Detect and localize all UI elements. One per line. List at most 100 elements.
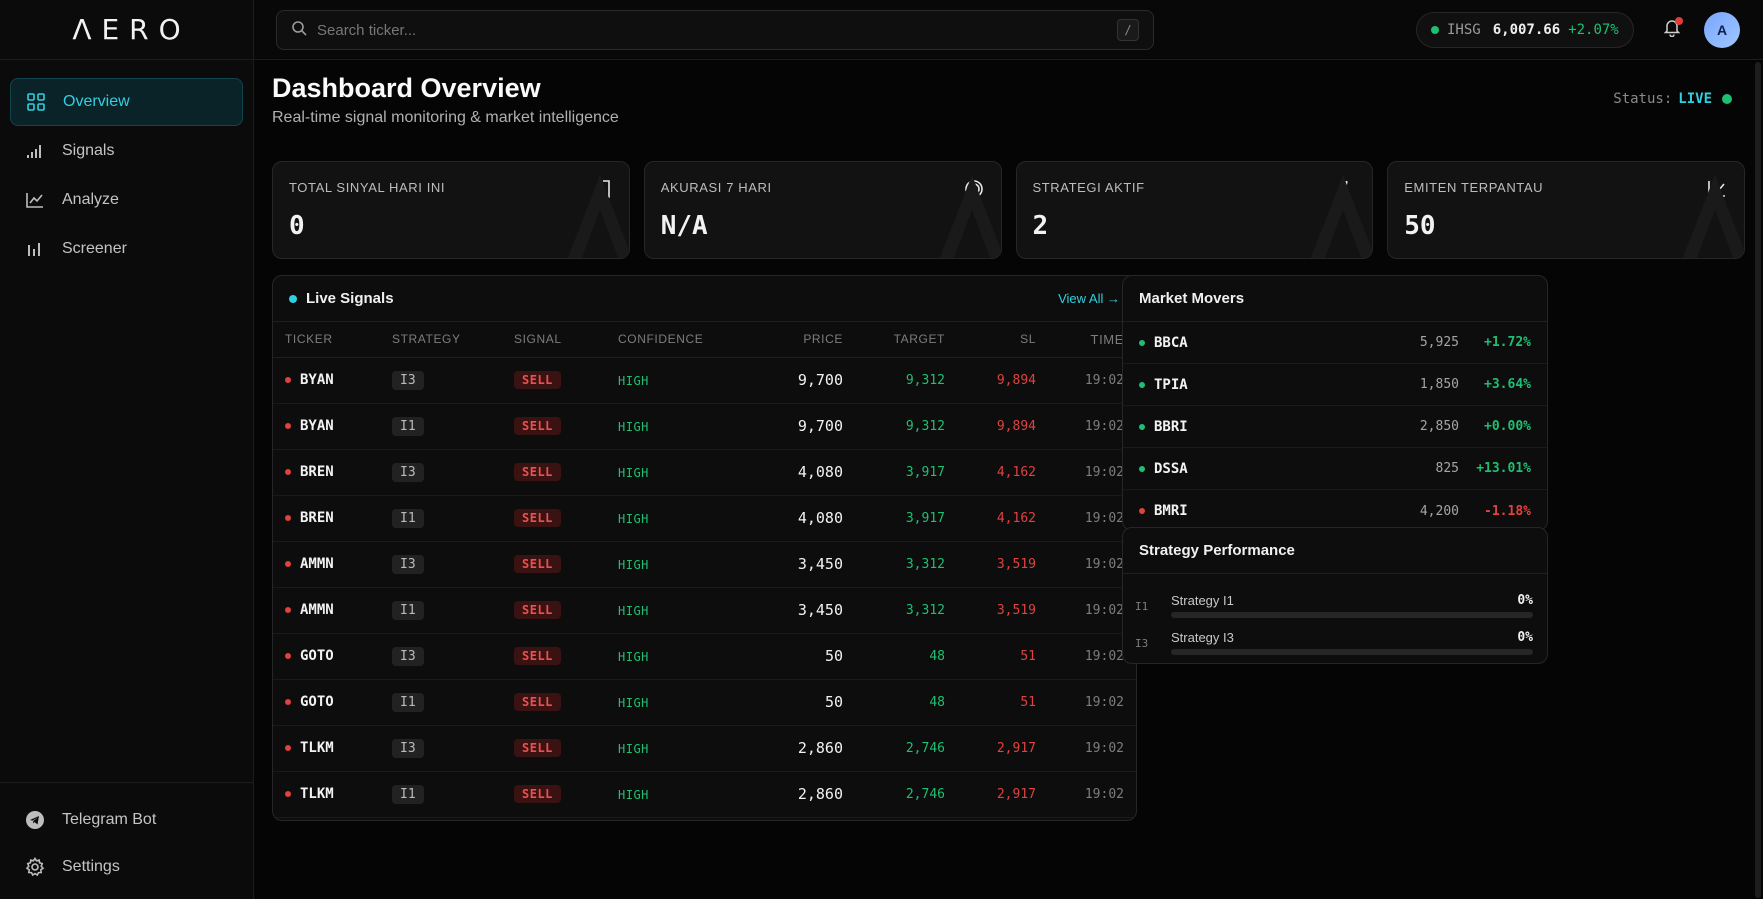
table-row[interactable]: BREN I1 SELL HIGH 4,080 3,917 4,162 19:02	[273, 495, 1136, 542]
signal-badge: SELL	[514, 555, 561, 573]
col-target[interactable]: TARGET	[843, 322, 945, 358]
confidence-text: HIGH	[618, 374, 649, 388]
cell-target: 3,917	[843, 495, 945, 542]
signals-table: TICKER STRATEGY SIGNAL CONFIDENCE PRICE …	[273, 322, 1136, 818]
list-item[interactable]: BBCA 5,925 +1.72%	[1123, 322, 1547, 364]
stat-card-accuracy[interactable]: AKURASI 7 HARI N/A	[643, 161, 1002, 259]
search-icon	[291, 20, 307, 41]
cell-time: 19:02	[1036, 449, 1136, 496]
scrollbar[interactable]	[1755, 62, 1761, 898]
list-item[interactable]: DSSA 825 +13.01%	[1123, 448, 1547, 490]
col-ticker[interactable]: TICKER	[273, 322, 392, 358]
nav-item-screener[interactable]: Screener	[10, 225, 243, 273]
index-ticker[interactable]: IHSG 6,007.66 +2.07%	[1416, 12, 1634, 48]
watermark-logo-icon	[1311, 175, 1373, 258]
cell-target: 2,746	[843, 725, 945, 772]
notifications-button[interactable]	[1658, 16, 1686, 44]
main-nav: Overview Signals Analyze Screener	[0, 60, 253, 273]
view-all-link[interactable]: View All →	[1058, 291, 1120, 306]
table-header-row: TICKER STRATEGY SIGNAL CONFIDENCE PRICE …	[273, 322, 1136, 358]
cell-time: 19:02	[1036, 495, 1136, 542]
cell-ticker: GOTO	[273, 633, 392, 680]
mover-change: +1.72%	[1484, 335, 1531, 350]
index-name: IHSG	[1447, 22, 1481, 38]
cell-target: 3,917	[843, 449, 945, 496]
stat-card-active-strategies[interactable]: STRATEGI AKTIF 2	[1015, 161, 1374, 259]
signal-dot	[285, 653, 291, 659]
list-item[interactable]: TPIA 1,850 +3.64%	[1123, 364, 1547, 406]
signal-dot	[285, 791, 291, 797]
market-movers-list: BBCA 5,925 +1.72% TPIA 1,850 +3.64% BBRI 2,850 +…	[1123, 322, 1547, 530]
ticker-text: GOTO	[300, 648, 334, 664]
col-sl[interactable]: SL	[945, 322, 1036, 358]
stat-card-monitored-issuers[interactable]: EMITEN TERPANTAU 50	[1387, 161, 1745, 259]
search-input[interactable]	[317, 21, 1117, 39]
strategy-name: Strategy I3	[1171, 630, 1234, 645]
scrollbar-thumb[interactable]	[1755, 62, 1761, 898]
cell-ticker: TLKM	[273, 771, 392, 818]
cell-confidence: HIGH	[618, 771, 758, 818]
logo[interactable]: ΛERO	[0, 0, 253, 60]
table-row[interactable]: BREN I3 SELL HIGH 4,080 3,917 4,162 19:02	[273, 449, 1136, 496]
mover-price: 4,200	[1419, 503, 1459, 519]
nav-item-analyze[interactable]: Analyze	[10, 176, 243, 224]
nav-item-overview[interactable]: Overview	[10, 78, 243, 126]
signal-badge: SELL	[514, 601, 561, 619]
main-content: Dashboard Overview Real-time signal moni…	[254, 61, 1754, 899]
status-label: Status:	[1613, 91, 1673, 107]
table-row[interactable]: AMMN I3 SELL HIGH 3,450 3,312 3,519 19:02	[273, 541, 1136, 588]
col-signal[interactable]: SIGNAL	[514, 322, 618, 358]
cell-signal: SELL	[514, 357, 618, 404]
live-signals-header: Live Signals View All →	[273, 276, 1136, 322]
cell-sl: 4,162	[945, 449, 1036, 496]
stat-cards: TOTAL SINYAL HARI INI 0 AKURASI 7 HARI N…	[272, 161, 1745, 259]
nav-item-settings[interactable]: Settings	[10, 844, 244, 890]
col-strategy[interactable]: STRATEGY	[392, 322, 514, 358]
cell-strategy: I3	[392, 449, 514, 496]
grid-icon	[25, 91, 47, 113]
col-confidence[interactable]: CONFIDENCE	[618, 322, 758, 358]
cell-strategy: I1	[392, 403, 514, 450]
search-box[interactable]: /	[276, 10, 1154, 50]
cell-target: 9,312	[843, 357, 945, 404]
mover-change: -1.18%	[1484, 503, 1531, 519]
table-row[interactable]: BYAN I1 SELL HIGH 9,700 9,312 9,894 19:02	[273, 403, 1136, 450]
sidebar: ΛERO Overview Signals Analyze Screener T…	[0, 0, 254, 899]
index-value: 6,007.66	[1492, 22, 1561, 38]
table-row[interactable]: TLKM I3 SELL HIGH 2,860 2,746 2,917 19:02	[273, 725, 1136, 772]
strategy-row: I3 Strategy I3 0%	[1123, 618, 1547, 655]
nav-item-telegram-bot[interactable]: Telegram Bot	[10, 797, 244, 843]
live-signals-title: Live Signals	[306, 290, 394, 307]
table-row[interactable]: TLKM I1 SELL HIGH 2,860 2,746 2,917 19:02	[273, 771, 1136, 818]
bar-chart-icon	[24, 238, 46, 260]
col-time[interactable]: TIME	[1036, 322, 1136, 358]
signal-badge: SELL	[514, 739, 561, 757]
ticker-text: BYAN	[300, 418, 334, 434]
cell-signal: SELL	[514, 403, 618, 450]
list-item[interactable]: BBRI 2,850 +0.00%	[1123, 406, 1547, 448]
cell-time: 19:02	[1036, 357, 1136, 404]
ticker-text: GOTO	[300, 694, 334, 710]
table-row[interactable]: AMMN I1 SELL HIGH 3,450 3,312 3,519 19:02	[273, 587, 1136, 634]
live-signals-panel: Live Signals View All → TICKER STRATEGY …	[272, 275, 1137, 821]
cell-time: 19:02	[1036, 679, 1136, 726]
mover-dot	[1139, 508, 1145, 514]
list-item[interactable]: BMRI 4,200 -1.18%	[1123, 490, 1547, 530]
page-subtitle: Real-time signal monitoring & market int…	[272, 109, 619, 126]
table-row[interactable]: GOTO I1 SELL HIGH 50 48 51 19:02	[273, 679, 1136, 726]
nav-item-signals[interactable]: Signals	[10, 127, 243, 175]
gear-icon	[24, 856, 46, 878]
table-row[interactable]: GOTO I3 SELL HIGH 50 48 51 19:02	[273, 633, 1136, 680]
strategy-percent: 0%	[1517, 593, 1533, 608]
avatar[interactable]: A	[1704, 12, 1740, 48]
col-price[interactable]: PRICE	[758, 322, 843, 358]
mover-dot	[1139, 339, 1145, 346]
strategy-tag: I1	[392, 692, 424, 712]
status-value: LIVE	[1678, 91, 1712, 107]
table-row[interactable]: BYAN I3 SELL HIGH 9,700 9,312 9,894 19:02	[273, 357, 1136, 404]
signal-bars-icon	[24, 140, 46, 162]
stat-card-total-signals[interactable]: TOTAL SINYAL HARI INI 0	[272, 161, 630, 259]
mover-dot	[1139, 465, 1145, 472]
signal-dot	[285, 607, 291, 613]
confidence-text: HIGH	[618, 696, 649, 710]
